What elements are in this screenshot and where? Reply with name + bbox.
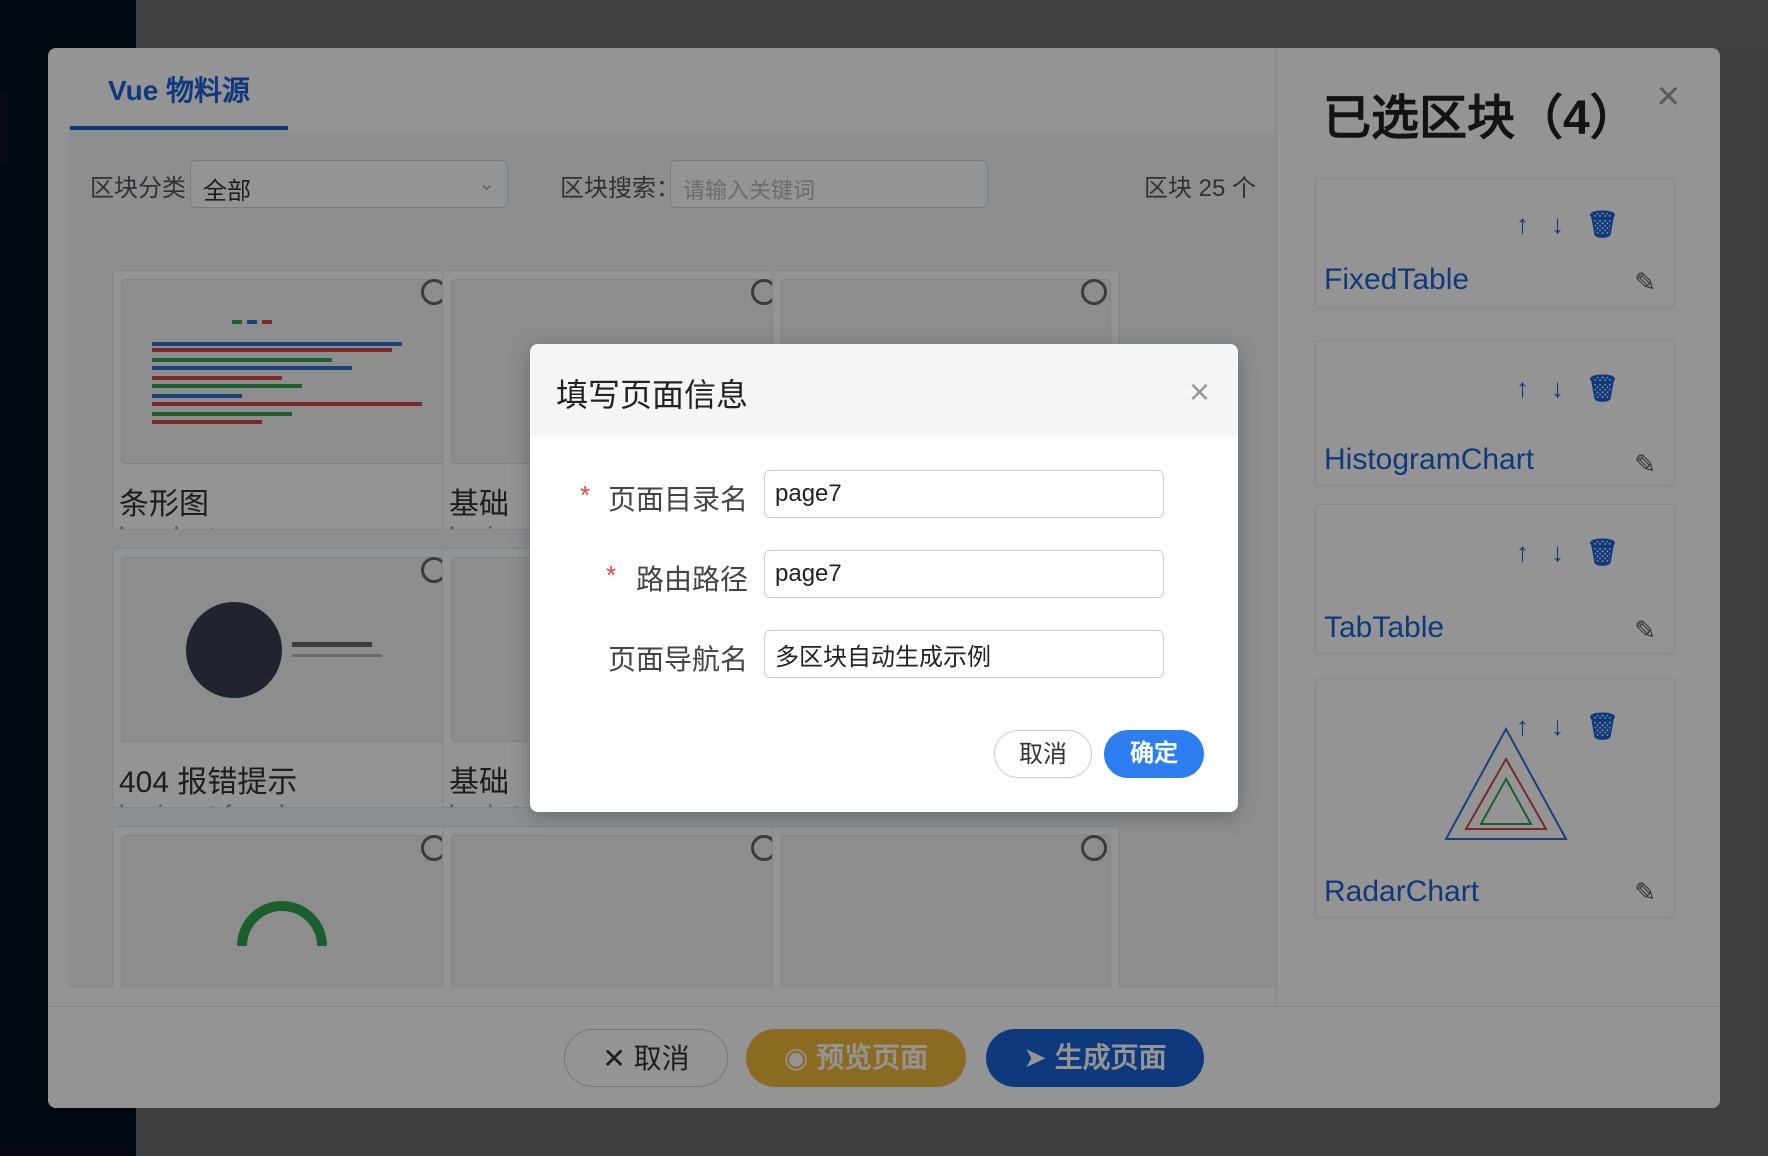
nav-name-input[interactable] [764,630,1164,678]
modal-confirm-button[interactable]: 确定 [1104,730,1204,778]
close-icon[interactable]: × [1189,374,1210,410]
required-mark: * [580,480,591,510]
modal-title: 填写页面信息 [556,377,749,413]
required-mark: * [606,560,617,590]
form-row-nav: 页面导航名 [530,630,1238,680]
directory-name-input[interactable] [764,470,1164,518]
field-label: 页面目录名 [607,484,748,515]
modal-cancel-button[interactable]: 取消 [994,730,1092,778]
form-row-route: * 路由路径 [530,550,1238,600]
field-label: 页面导航名 [607,644,748,675]
modal-header: 填写页面信息 × [530,344,1238,436]
field-label: 路由路径 [635,564,748,595]
form-row-directory: * 页面目录名 [530,470,1238,520]
page-info-modal: 填写页面信息 × * 页面目录名 * 路由路径 页面导航名 取消 确定 [530,344,1238,812]
route-path-input[interactable] [764,550,1164,598]
